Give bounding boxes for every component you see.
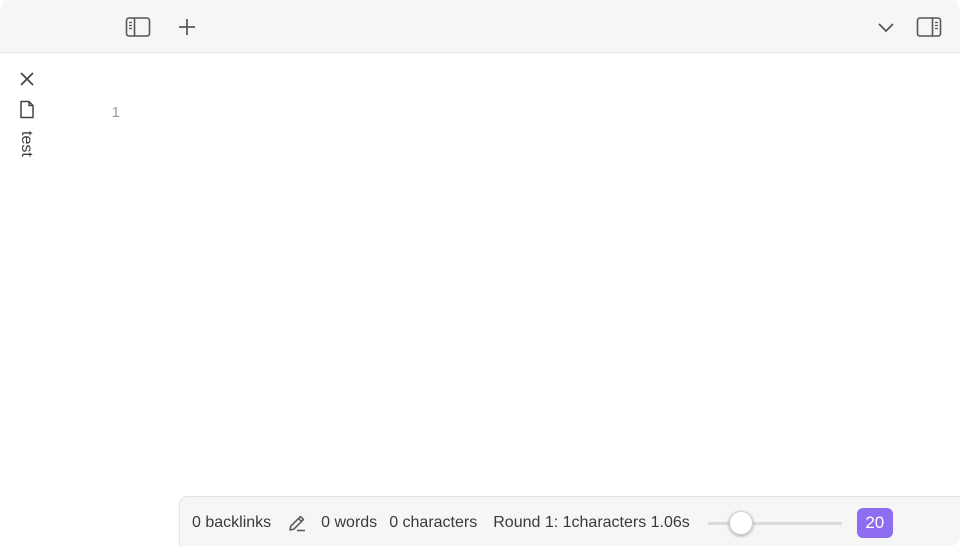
word-count: 0 words (321, 514, 378, 531)
round-count-badge[interactable]: 20 (856, 508, 893, 538)
character-count: 0 characters (389, 514, 478, 531)
title-bar (0, 0, 960, 53)
slider-thumb[interactable] (729, 511, 754, 535)
tab-list-dropdown-button[interactable] (871, 12, 901, 42)
editor-pane: 1 (54, 54, 960, 494)
backlinks-count[interactable]: 0 backlinks (192, 514, 271, 532)
close-tab-button[interactable] (12, 66, 42, 92)
round-slider[interactable] (707, 511, 842, 535)
tab-file-button[interactable] (12, 96, 42, 122)
round-status: Round 1: 1characters 1.06s (493, 514, 690, 531)
new-tab-button[interactable] (172, 12, 202, 42)
editor-line[interactable] (136, 102, 916, 124)
toggle-right-sidebar-button[interactable] (914, 12, 944, 42)
sidebar-right-icon (916, 17, 942, 37)
file-icon (20, 100, 34, 118)
close-icon (20, 72, 34, 86)
slider-track (707, 522, 842, 525)
plus-icon (179, 19, 195, 35)
vertical-tab-strip (0, 54, 54, 546)
toggle-left-sidebar-button[interactable] (123, 12, 153, 42)
edit-mode-button[interactable] (287, 513, 307, 533)
app-window: test 1 0 backlinks 0 words 0 characters … (0, 0, 960, 546)
sidebar-left-icon (125, 17, 151, 37)
tab-title[interactable]: test (17, 131, 35, 157)
status-bar: 0 backlinks 0 words 0 characters Round 1… (179, 496, 960, 546)
pencil-icon (289, 515, 306, 532)
chevron-down-icon (878, 23, 894, 33)
line-number: 1 (111, 104, 120, 121)
